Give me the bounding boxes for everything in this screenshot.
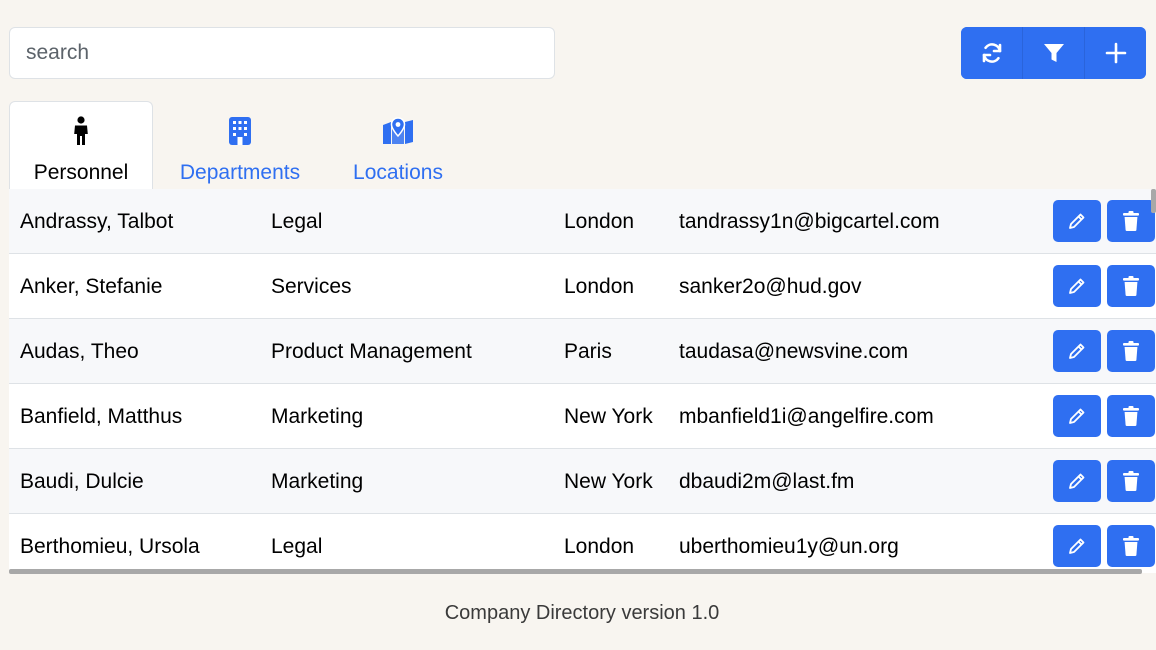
delete-button[interactable] [1107,330,1155,372]
pencil-icon [1069,538,1085,554]
trash-icon [1123,471,1139,491]
cell-location: New York [564,470,653,493]
map-location-icon [382,116,414,146]
cell-department: Marketing [271,470,364,493]
trash-icon [1123,536,1139,556]
cell-location: New York [564,405,653,428]
table-row: Berthomieu, Ursola Legal London uberthom… [9,514,1156,573]
cell-email: sanker2o@hud.gov [679,275,862,298]
table-row: Banfield, Matthus Marketing New York mba… [9,384,1156,449]
person-icon [71,116,91,146]
table-row: Anker, Stefanie Services London sanker2o… [9,254,1156,319]
edit-button[interactable] [1053,265,1101,307]
tab-departments[interactable]: Departments [153,101,327,190]
cell-location: London [564,210,635,233]
cell-location: Paris [564,340,612,363]
tab-locations[interactable]: Locations [327,101,469,190]
tab-locations-label: Locations [353,161,443,184]
delete-button[interactable] [1107,265,1155,307]
pencil-icon [1069,343,1085,359]
add-button[interactable] [1084,27,1146,79]
delete-button[interactable] [1107,200,1155,242]
refresh-icon [982,43,1001,63]
tab-departments-label: Departments [179,161,301,184]
pencil-icon [1069,408,1085,424]
edit-button[interactable] [1053,200,1101,242]
cell-name: Audas, Theo [20,340,139,363]
cell-department: Legal [271,535,323,558]
edit-button[interactable] [1053,395,1101,437]
cell-email: taudasa@newsvine.com [679,340,909,363]
pencil-icon [1069,278,1085,294]
cell-email: tandrassy1n@bigcartel.com [679,210,940,233]
cell-email: mbanfield1i@angelfire.com [679,405,934,428]
cell-name: Andrassy, Talbot [20,210,174,233]
delete-button[interactable] [1107,460,1155,502]
horizontal-scrollbar[interactable] [9,569,1142,574]
trash-icon [1123,406,1139,426]
tab-bar: Personnel Departments Locations [9,101,469,190]
cell-department: Legal [271,210,323,233]
pencil-icon [1069,213,1085,229]
trash-icon [1123,276,1139,296]
filter-button[interactable] [1022,27,1084,79]
delete-button[interactable] [1107,395,1155,437]
table-row: Baudi, Dulcie Marketing New York dbaudi2… [9,449,1156,514]
table-row: Audas, Theo Product Management Paris tau… [9,319,1156,384]
edit-button[interactable] [1053,525,1101,567]
plus-icon [1105,42,1126,64]
cell-email: dbaudi2m@last.fm [679,470,855,493]
cell-name: Anker, Stefanie [20,275,163,298]
filter-icon [1043,44,1064,62]
vertical-scrollbar[interactable] [1151,189,1156,213]
building-icon [229,116,251,146]
trash-icon [1123,341,1139,361]
search-input[interactable] [9,27,555,79]
cell-department: Services [271,275,352,298]
personnel-table[interactable]: Andrassy, Talbot Legal London tandrassy1… [9,189,1156,573]
delete-button[interactable] [1107,525,1155,567]
edit-button[interactable] [1053,330,1101,372]
cell-department: Product Management [271,340,472,363]
cell-name: Banfield, Matthus [20,405,183,428]
footer-text: Company Directory version 1.0 [444,602,720,624]
cell-location: London [564,535,635,558]
tab-personnel-label: Personnel [33,161,129,184]
toolbar-button-group [961,27,1146,79]
cell-email: uberthomieu1y@un.org [679,535,899,558]
pencil-icon [1069,473,1085,489]
table-row: Andrassy, Talbot Legal London tandrassy1… [9,189,1156,254]
cell-name: Baudi, Dulcie [20,470,144,493]
tab-personnel[interactable]: Personnel [9,101,153,190]
refresh-button[interactable] [961,27,1022,79]
cell-location: London [564,275,635,298]
cell-department: Marketing [271,405,364,428]
trash-icon [1123,211,1139,231]
cell-name: Berthomieu, Ursola [20,535,200,558]
edit-button[interactable] [1053,460,1101,502]
